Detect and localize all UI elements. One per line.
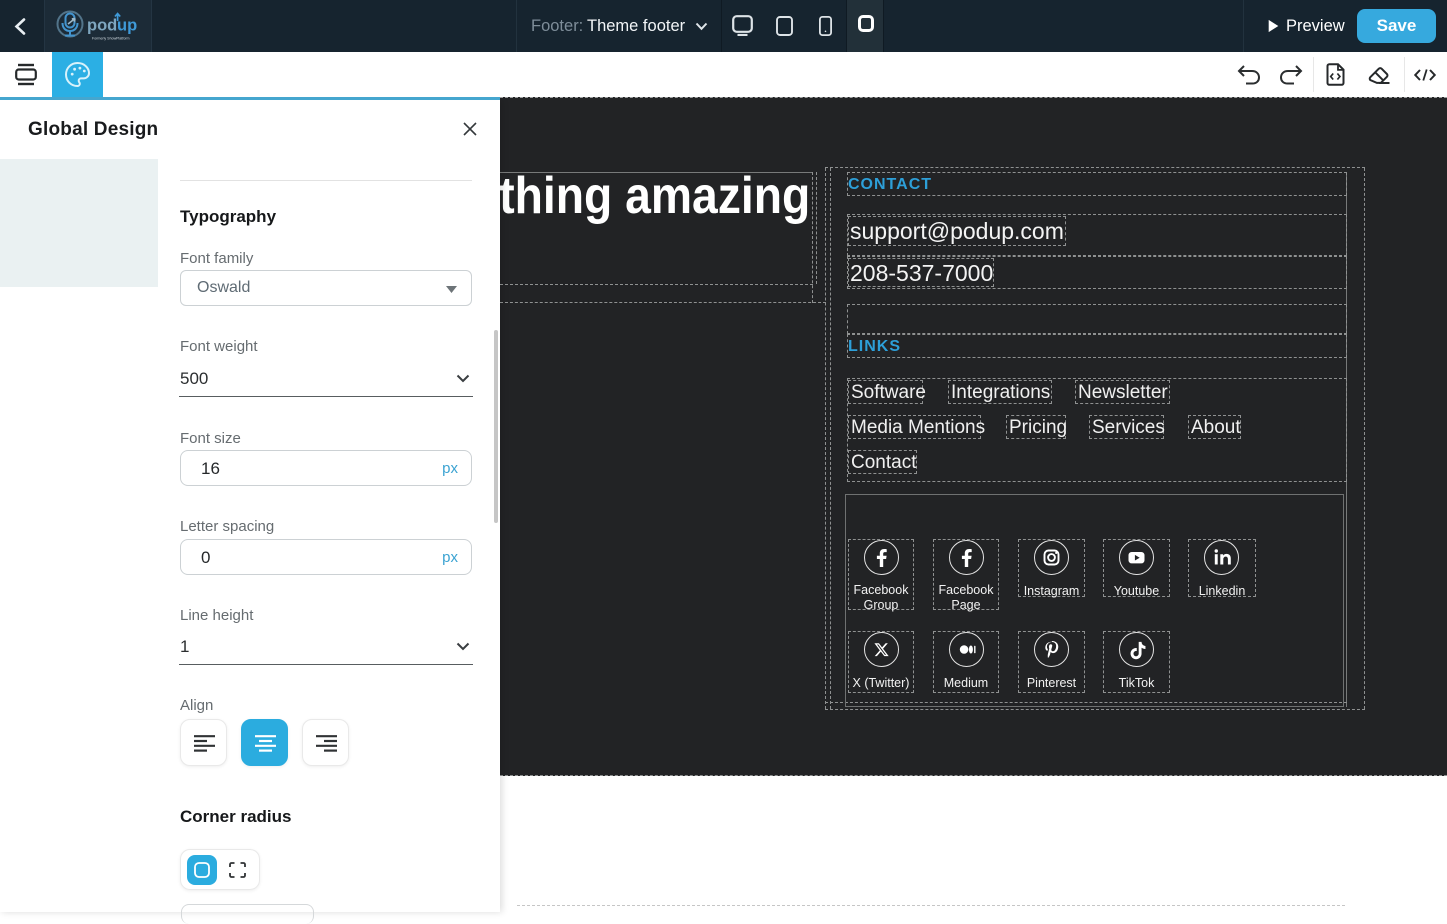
svg-text:up: up <box>117 17 137 35</box>
svg-text:Formerly ShowPlatform: Formerly ShowPlatform <box>92 37 130 41</box>
svg-text:pod: pod <box>87 17 117 35</box>
